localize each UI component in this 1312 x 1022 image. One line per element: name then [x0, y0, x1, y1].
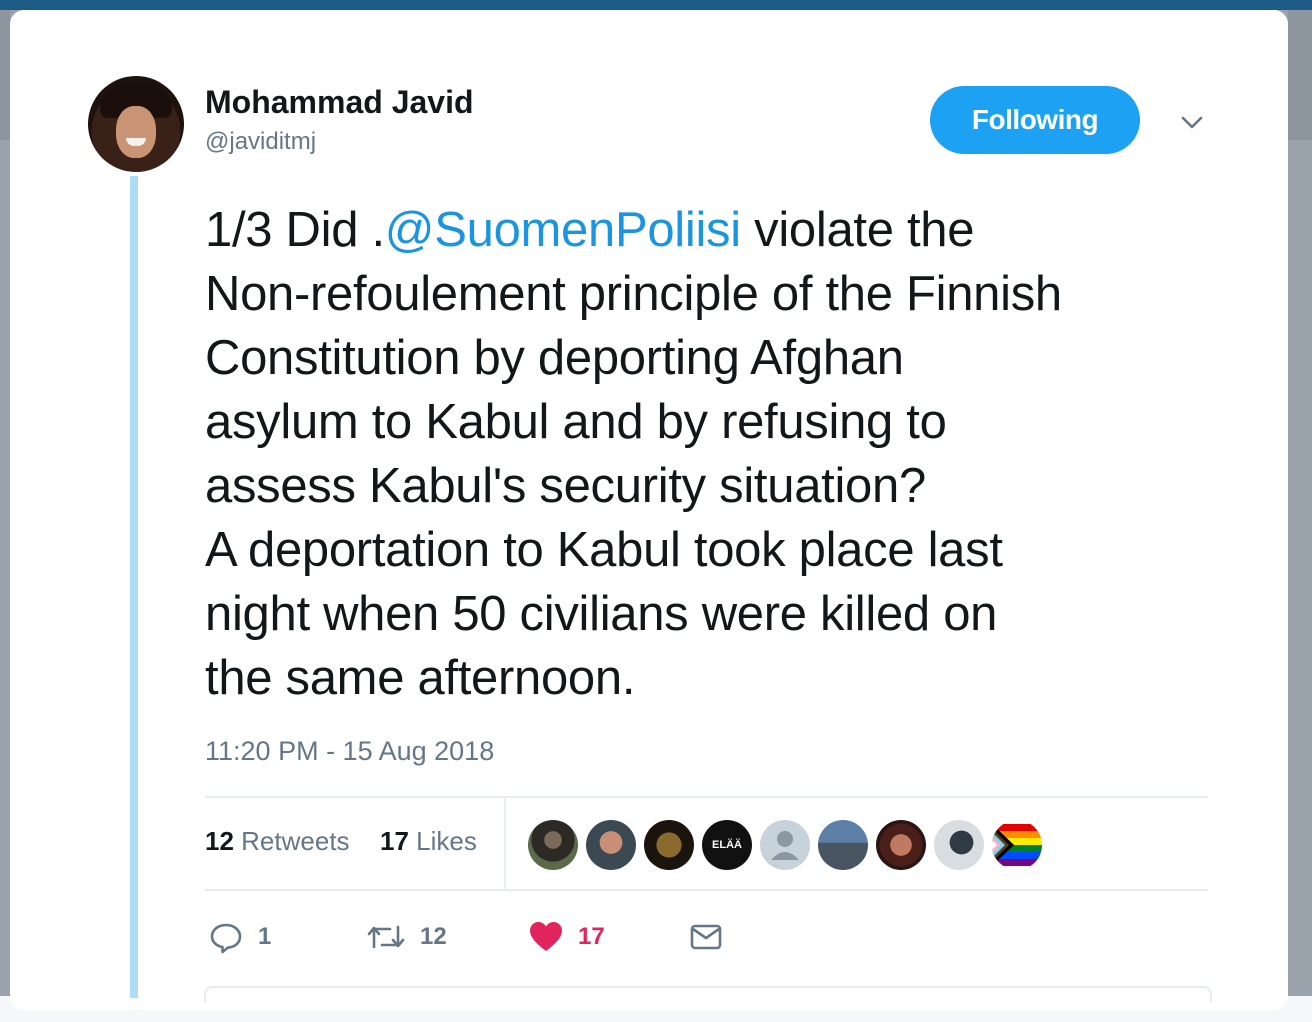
stats-vertical-divider — [504, 798, 506, 890]
chevron-down-icon[interactable] — [1176, 106, 1208, 138]
thread-line — [130, 176, 138, 998]
like-count: 17 — [578, 923, 605, 950]
liker-avatar-5[interactable] — [760, 820, 810, 870]
progress-pride-icon — [992, 824, 1042, 866]
author-handle[interactable]: @javiditmj — [205, 128, 316, 156]
following-button-label: Following — [971, 104, 1099, 135]
backdrop-left — [0, 10, 10, 140]
mention-link[interactable]: @SuomenPoliisi — [385, 203, 741, 257]
author-avatar[interactable] — [88, 76, 184, 172]
tweet-line: the same afternoon. — [205, 651, 636, 705]
liker-avatar-7[interactable] — [876, 820, 926, 870]
liker-avatar-1[interactable] — [528, 820, 578, 870]
reply-icon — [210, 923, 242, 954]
likes-stat-count: 17 — [380, 826, 409, 856]
tweet-line: assess Kabul's security situation? — [205, 459, 926, 513]
likes-stat-label: Likes — [416, 826, 477, 856]
likes-stat[interactable]: 17 Likes — [380, 826, 477, 857]
heart-icon — [530, 922, 562, 951]
reply-action[interactable]: 1 — [208, 918, 271, 956]
retweets-stat-label: Retweets — [241, 826, 350, 856]
liker-avatar-4[interactable]: ELÄÄ — [702, 820, 752, 870]
default-profile-icon — [771, 831, 799, 860]
tweet-line-suffix: violate the — [740, 203, 975, 257]
reply-count: 1 — [258, 923, 272, 950]
retweets-stat[interactable]: 12 Retweets — [205, 826, 350, 857]
backdrop-right — [1288, 10, 1312, 140]
tweet-line: 1/3 Did .@SuomenPoliisi violate the — [205, 198, 1245, 262]
liker-avatar-8[interactable] — [934, 820, 984, 870]
liker-badge-text: ELÄÄ — [712, 839, 742, 851]
retweets-stat-count: 12 — [205, 826, 234, 856]
retweet-icon — [367, 925, 405, 949]
tweet-line: asylum to Kabul and by refusing to — [205, 395, 947, 449]
retweet-action[interactable]: 12 — [366, 918, 447, 956]
liker-avatar-3[interactable] — [644, 820, 694, 870]
top-bar — [0, 0, 1312, 10]
tweet-line: night when 50 civilians were killed on — [205, 587, 998, 641]
liker-avatar-9[interactable] — [992, 820, 1042, 870]
liker-avatar-2[interactable] — [586, 820, 636, 870]
liker-avatar-6[interactable] — [818, 820, 868, 870]
retweet-count: 12 — [420, 923, 447, 950]
stats-bottom-divider — [205, 889, 1208, 891]
like-action[interactable]: 17 — [528, 918, 605, 956]
tweet-timestamp[interactable]: 11:20 PM - 15 Aug 2018 — [205, 736, 494, 767]
following-button[interactable]: Following — [930, 86, 1140, 154]
avatar-face — [116, 106, 156, 158]
reply-box-edge — [204, 986, 1212, 1002]
tweet-text: 1/3 Did .@SuomenPoliisi violate the Non-… — [205, 198, 1245, 710]
tweet-line: Non-refoulement principle of the Finnish — [205, 267, 1062, 321]
tweet-line-prefix: 1/3 Did . — [205, 203, 385, 257]
envelope-icon — [690, 924, 722, 950]
tweet-line: Constitution by deporting Afghan — [205, 331, 904, 385]
stats-top-divider — [205, 796, 1208, 798]
author-name[interactable]: Mohammad Javid — [205, 84, 474, 121]
tweet-line: A deportation to Kabul took place last — [205, 523, 1003, 577]
direct-message-action[interactable] — [688, 918, 724, 956]
